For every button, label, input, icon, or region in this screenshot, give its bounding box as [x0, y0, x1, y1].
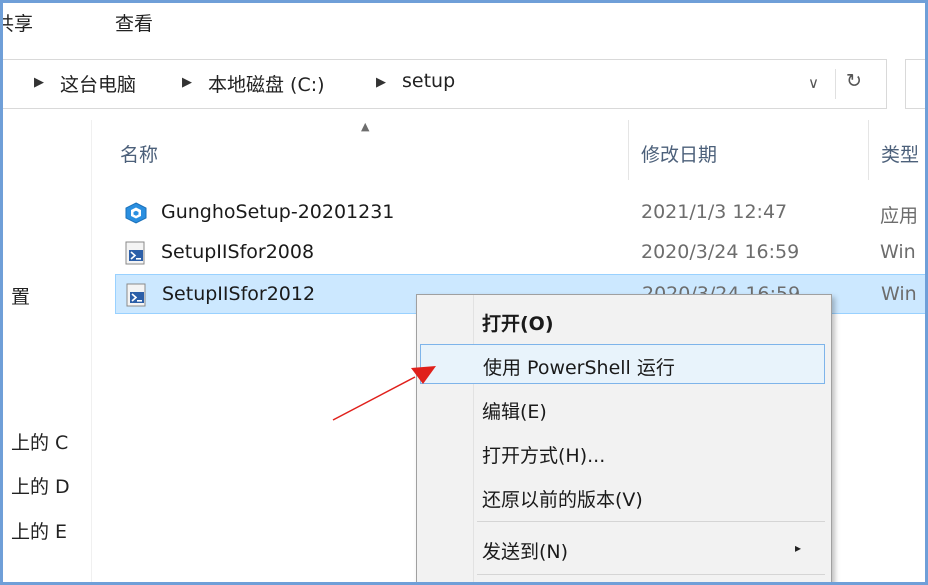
menu-item-label: 编辑(E) [482, 401, 547, 423]
menu-separator [477, 574, 825, 575]
breadcrumb-arrow-icon[interactable]: ▶ [34, 75, 44, 90]
submenu-arrow-icon: ▸ [795, 541, 802, 555]
ribbon-tab-view[interactable]: 查看 [115, 9, 153, 36]
file-row[interactable]: SetupIISfor2008 2020/3/24 16:59 Win [115, 233, 925, 273]
powershell-script-icon [126, 283, 146, 307]
breadcrumb-local-disk[interactable]: 本地磁盘 (C:) [208, 70, 325, 97]
nav-item-drive-d[interactable]: 上的 D [11, 472, 70, 499]
breadcrumb-arrow-icon[interactable]: ▶ [376, 75, 386, 90]
file-date: 2021/1/3 12:47 [641, 201, 788, 223]
address-bar[interactable]: ▶ 这台电脑 ▶ 本地磁盘 (C:) ▶ setup ∨ ↻ [3, 59, 887, 109]
menu-item-open-with[interactable]: 打开方式(H)... [420, 433, 825, 473]
menu-item-label: 使用 PowerShell 运行 [483, 357, 675, 379]
chevron-down-icon[interactable]: ∨ [808, 74, 819, 92]
file-date: 2020/3/24 16:59 [641, 241, 800, 263]
menu-item-label: 还原以前的版本(V) [482, 489, 643, 511]
context-menu: 打开(O) 使用 PowerShell 运行 编辑(E) 打开方式(H)... … [416, 294, 832, 582]
file-name: SetupIISfor2012 [162, 283, 316, 305]
explorer-window: 共享 查看 ▶ 这台电脑 ▶ 本地磁盘 (C:) ▶ setup ∨ ↻ 置 上… [0, 0, 928, 585]
app-icon [125, 202, 147, 224]
breadcrumb-setup[interactable]: setup [402, 70, 455, 92]
menu-item-label: 打开(O) [482, 313, 554, 335]
menu-separator [477, 521, 825, 522]
menu-item-label: 发送到(N) [482, 541, 569, 563]
file-name: SetupIISfor2008 [161, 241, 315, 263]
ribbon-tab-share[interactable]: 共享 [3, 9, 33, 36]
menu-item-open[interactable]: 打开(O) [420, 301, 825, 341]
menu-item-send-to[interactable]: 发送到(N) ▸ [420, 529, 825, 569]
column-name[interactable]: 名称 [120, 140, 158, 167]
column-divider[interactable] [628, 120, 629, 180]
file-name: GunghoSetup-20201231 [161, 201, 395, 223]
refresh-icon[interactable]: ↻ [846, 70, 862, 92]
menu-item-label: 打开方式(H)... [482, 445, 606, 467]
column-divider[interactable] [868, 120, 869, 180]
powershell-script-icon [125, 241, 145, 265]
sort-ascending-icon: ▲ [361, 120, 370, 133]
address-bar-area: ▶ 这台电脑 ▶ 本地磁盘 (C:) ▶ setup ∨ ↻ [3, 50, 925, 120]
column-type[interactable]: 类型 [881, 140, 919, 167]
file-row[interactable]: GunghoSetup-20201231 2021/1/3 12:47 应用 [115, 193, 925, 233]
search-box[interactable] [905, 59, 925, 109]
file-type: Win [881, 283, 917, 305]
file-type: 应用 [880, 205, 919, 227]
nav-item-drive-e[interactable]: 上的 E [11, 517, 67, 544]
menu-item-restore-previous-versions[interactable]: 还原以前的版本(V) [420, 477, 825, 517]
divider [835, 69, 836, 99]
ribbon: 共享 查看 [3, 3, 925, 51]
file-type: Win [880, 241, 916, 263]
menu-item-run-with-powershell[interactable]: 使用 PowerShell 运行 [420, 344, 825, 384]
nav-item-drive-c[interactable]: 上的 C [11, 428, 68, 455]
column-header: ▲ 名称 修改日期 类型 [98, 120, 925, 180]
breadcrumb-arrow-icon[interactable]: ▶ [182, 75, 192, 90]
breadcrumb-this-pc[interactable]: 这台电脑 [60, 70, 136, 97]
column-date-modified[interactable]: 修改日期 [641, 140, 717, 167]
navigation-pane: 置 上的 C 上的 D 上的 E [3, 120, 92, 582]
menu-item-edit[interactable]: 编辑(E) [420, 389, 825, 429]
nav-item-settings[interactable]: 置 [11, 282, 30, 309]
